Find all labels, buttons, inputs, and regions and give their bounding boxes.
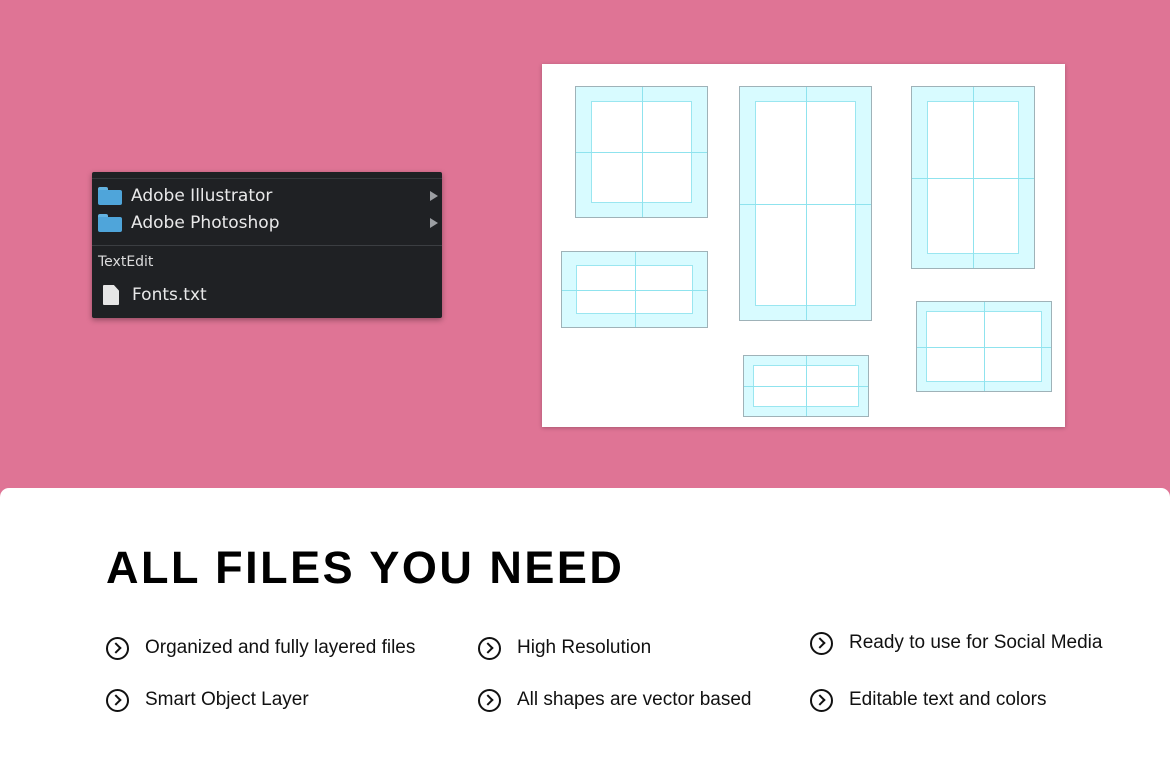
- layout-frame: [739, 86, 872, 321]
- chevron-circle-icon: [106, 636, 129, 660]
- menu-separator: [92, 245, 442, 246]
- feature-label: Ready to use for Social Media: [849, 632, 1103, 653]
- chevron-circle-icon: [478, 688, 501, 712]
- menu-item-label: Fonts.txt: [132, 285, 207, 305]
- feature-item: Smart Object Layer: [106, 687, 309, 713]
- feature-item: All shapes are vector based: [478, 687, 751, 713]
- feature-item: Editable text and colors: [810, 687, 1047, 713]
- layout-frame: [911, 86, 1035, 269]
- layout-frame: [743, 355, 869, 417]
- folder-icon: [98, 187, 122, 205]
- text-file-icon: [103, 285, 119, 305]
- feature-item: Organized and fully layered files: [106, 635, 415, 661]
- menu-item-adobe-photoshop[interactable]: Adobe Photoshop: [98, 210, 442, 236]
- submenu-arrow-icon: [430, 218, 438, 228]
- chevron-circle-icon: [478, 636, 501, 660]
- feature-item: Ready to use for Social Media: [810, 630, 1102, 656]
- layout-frame: [575, 86, 708, 218]
- page-title: ALL FILES YOU NEED: [106, 542, 625, 593]
- layout-frame: [561, 251, 708, 328]
- menu-item-label: Adobe Illustrator: [131, 186, 273, 206]
- folder-icon: [98, 214, 122, 232]
- submenu-arrow-icon: [430, 191, 438, 201]
- menu-top-divider: [92, 178, 442, 179]
- file-menu: Adobe Illustrator Adobe Photoshop TextEd…: [92, 172, 442, 318]
- feature-label: Organized and fully layered files: [145, 637, 416, 658]
- feature-label: High Resolution: [517, 637, 652, 658]
- feature-label: Smart Object Layer: [145, 689, 309, 710]
- chevron-circle-icon: [810, 688, 833, 712]
- template-preview: [542, 64, 1065, 427]
- layout-frame: [916, 301, 1052, 392]
- menu-section-label: TextEdit: [98, 254, 154, 270]
- menu-item-fonts-txt[interactable]: Fonts.txt: [98, 282, 442, 308]
- menu-item-label: Adobe Photoshop: [131, 213, 280, 233]
- feature-label: All shapes are vector based: [517, 689, 752, 710]
- feature-item: High Resolution: [478, 635, 651, 661]
- chevron-circle-icon: [106, 688, 129, 712]
- feature-label: Editable text and colors: [849, 689, 1047, 710]
- menu-item-adobe-illustrator[interactable]: Adobe Illustrator: [98, 183, 442, 209]
- chevron-circle-icon: [810, 631, 833, 655]
- info-panel: ALL FILES YOU NEED Organized and fully l…: [0, 488, 1170, 780]
